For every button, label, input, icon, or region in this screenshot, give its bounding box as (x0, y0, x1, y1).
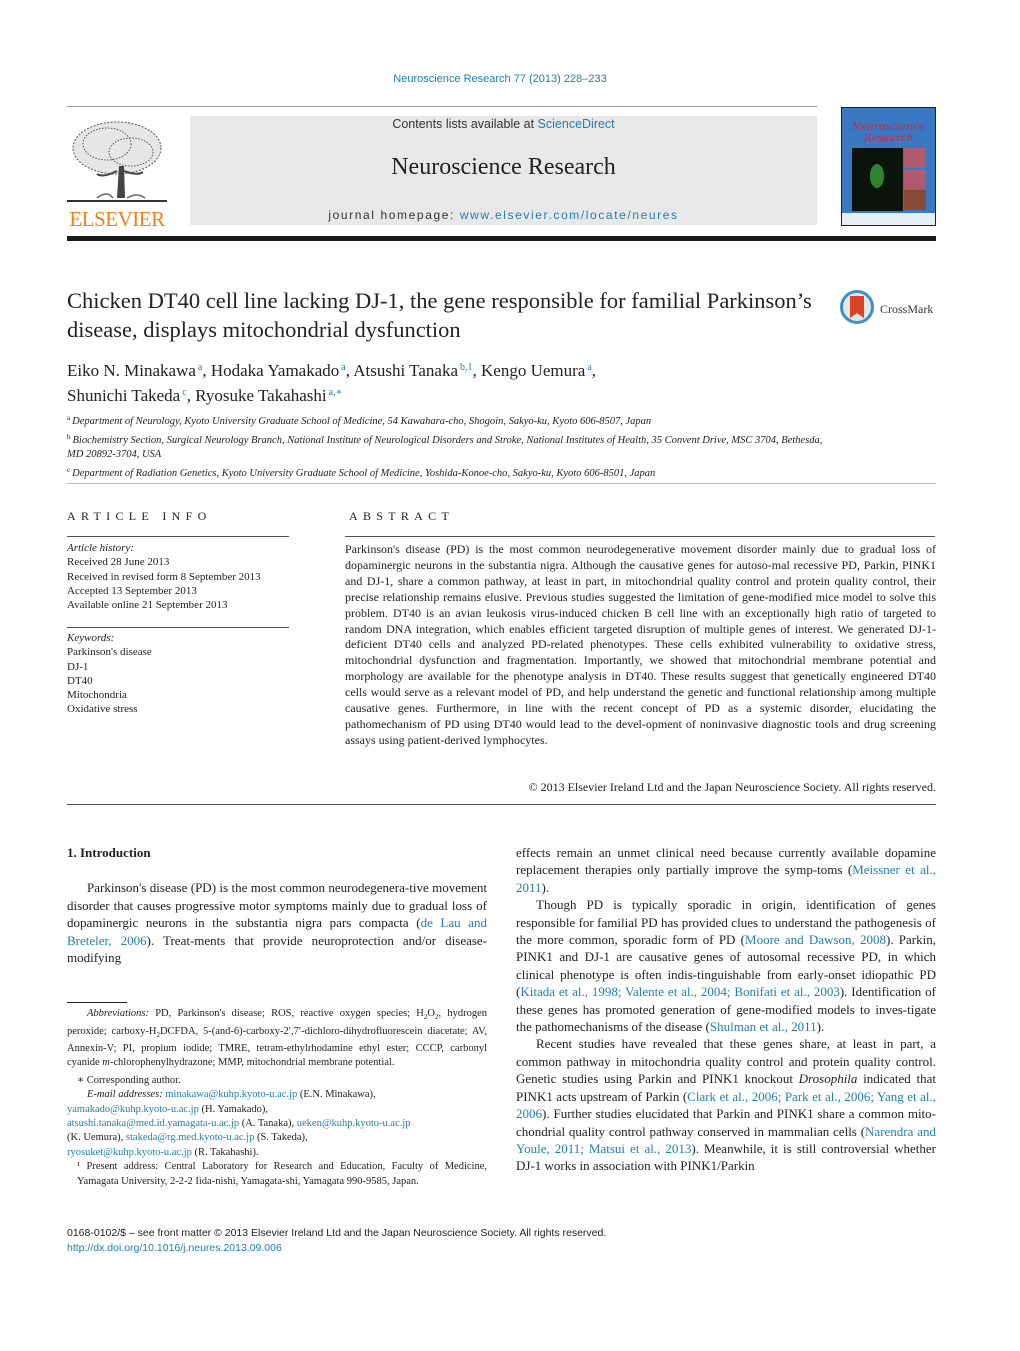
cover-micrograph (852, 148, 903, 211)
cover-thumbnail (904, 148, 926, 168)
author[interactable]: Shunichi Takeda c (67, 386, 187, 405)
crossmark-label: CrossMark (880, 302, 934, 316)
keywords-divider (67, 627, 289, 628)
keywords-label: Keywords: (67, 632, 115, 644)
cover-thumbnail (904, 169, 926, 189)
crossmark-button[interactable]: CrossMark (840, 290, 940, 330)
author[interactable]: Ryosuke Takahashi a,∗ (195, 386, 342, 405)
keyword: Oxidative stress (67, 703, 138, 716)
paragraph: effects remain an unmet clinical need be… (516, 845, 937, 895)
email-link[interactable]: ryosuket@kuhp.kyoto-u.ac.jp (67, 1147, 192, 1158)
journal-title: Neuroscience Research (391, 154, 616, 180)
abbreviations-note: Abbreviations: PD, Parkinson's disease; … (67, 1008, 487, 1069)
affiliation-mark[interactable]: b,1 (460, 362, 473, 373)
paragraph: Though PD is typically sporadic in origi… (516, 897, 936, 1035)
email-link[interactable]: atsushi.tanaka@med.id.yamagata-u.ac.jp (67, 1118, 239, 1129)
body-column-right: effects remain an unmet clinical need be… (516, 844, 936, 1175)
author[interactable]: Atsushi Tanaka b,1 (353, 361, 472, 380)
cover-footer (842, 213, 935, 225)
doi-link[interactable]: http://dx.doi.org/10.1016/j.neures.2013.… (67, 1241, 767, 1256)
present-address-note: ¹ Present address: Central Laboratory fo… (77, 1161, 487, 1187)
email-link[interactable]: minakawa@kuhp.kyoto-u.ac.jp (165, 1089, 297, 1100)
author[interactable]: Hodaka Yamakado a (211, 361, 346, 380)
journal-masthead: Contents lists available at ScienceDirec… (190, 116, 817, 225)
citation-link[interactable]: Kitada et al., 1998; Valente et al., 200… (520, 984, 839, 999)
history-item: Available online 21 September 2013 (67, 599, 228, 612)
elsevier-wordmark: ELSEVIER (69, 207, 165, 231)
email-link[interactable]: stakeda@rg.med.kyoto-u.ac.jp (126, 1132, 254, 1143)
masthead-divider (67, 236, 936, 241)
author[interactable]: Eiko N. Minakawa a (67, 361, 202, 380)
article-info-divider (67, 536, 289, 537)
keywords: Keywords: Parkinson's disease DJ-1 DT40 … (67, 631, 297, 717)
article-info-heading: ARTICLE INFO (67, 509, 212, 523)
article-history: Article history: Received 28 June 2013 R… (67, 541, 297, 612)
affiliation: c Department of Radiation Genetics, Kyoto… (67, 465, 656, 479)
cover-thumbnail (904, 190, 926, 210)
paragraph: Parkinson's disease (PD) is the most com… (67, 880, 488, 965)
keyword: Parkinson's disease (67, 646, 152, 659)
history-label: Article history: (67, 542, 134, 554)
paragraph: Recent studies have revealed that these … (516, 1036, 936, 1174)
abstract-heading: ABSTRACT (349, 509, 455, 523)
affiliations: a Department of Neurology, Kyoto Universi… (67, 411, 827, 481)
journal-cover-image[interactable]: Neuroscience Research (841, 107, 936, 226)
history-item: Accepted 13 September 2013 (67, 584, 197, 597)
journal-homepage-link[interactable]: www.elsevier.com/locate/neures (460, 208, 679, 222)
email-link[interactable]: ueken@kuhp.kyoto-u.ac.jp (297, 1118, 411, 1129)
keyword: Mitochondria (67, 689, 127, 702)
abstract-bottom-divider (67, 804, 936, 805)
abstract-text: Parkinson's disease (PD) is the most com… (345, 542, 936, 747)
abstract-divider (345, 536, 935, 537)
email-addresses: E-mail addresses: minakawa@kuhp.kyoto-u.… (87, 1089, 376, 1101)
header-divider (67, 106, 817, 107)
affiliation: b Biochemistry Section, Surgical Neurolog… (67, 432, 823, 461)
email-link[interactable]: yamakado@kuhp.kyoto-u.ac.jp (67, 1104, 199, 1115)
cover-title: Neuroscience Research (851, 121, 926, 144)
sciencedirect-link[interactable]: ScienceDirect (538, 117, 615, 131)
author[interactable]: Kengo Uemura a (481, 361, 592, 380)
section-divider (67, 483, 936, 484)
keyword: DT40 (67, 674, 93, 687)
section-heading-introduction: 1. Introduction (67, 845, 151, 860)
affiliation-mark[interactable]: a,∗ (329, 387, 343, 398)
journal-reference-link[interactable]: Neuroscience Research 77 (2013) 228–233 (0, 73, 1000, 85)
affiliation: a Department of Neurology, Kyoto Universi… (67, 414, 652, 427)
body-column-left: Parkinson's disease (PD) is the most com… (67, 879, 487, 967)
abstract-copyright: © 2013 Elsevier Ireland Ltd and the Japa… (528, 780, 936, 794)
front-matter: 0168-0102/$ – see front matter © 2013 El… (67, 1226, 767, 1255)
history-item: Received in revised form 8 September 201… (67, 570, 261, 583)
keyword: DJ-1 (67, 660, 89, 673)
issn-line: 0168-0102/$ – see front matter © 2013 El… (67, 1227, 607, 1239)
author-list: Eiko N. Minakawa a, Hodaka Yamakado a, Ats… (67, 361, 597, 405)
journal-homepage: journal homepage: www.elsevier.com/locat… (328, 208, 679, 222)
corresponding-author-note: ∗ Corresponding author. (77, 1074, 181, 1086)
contents-availability: Contents lists available at ScienceDirec… (392, 117, 615, 131)
article-title: Chicken DT40 cell line lacking DJ-1, the… (67, 288, 812, 342)
history-item: Received 28 June 2013 (67, 556, 170, 569)
citation-link[interactable]: Moore and Dawson, 2008 (745, 932, 886, 947)
footnote-divider (67, 1002, 127, 1003)
citation-link[interactable]: Shulman et al., 2011 (710, 1019, 817, 1034)
footnotes: Abbreviations: PD, Parkinson's disease; … (67, 1007, 487, 1189)
